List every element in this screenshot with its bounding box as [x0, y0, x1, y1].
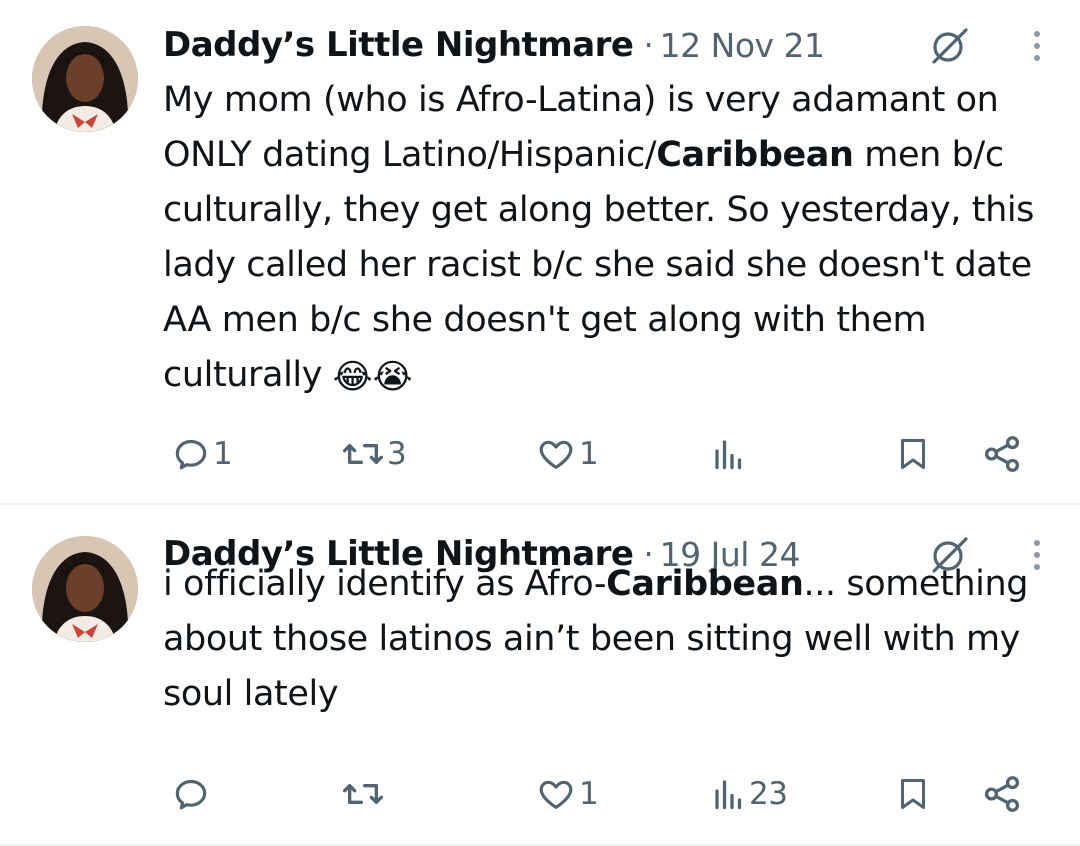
share-icon: [981, 433, 1023, 475]
retweet-count: 3: [387, 436, 407, 472]
view-count: 23: [749, 776, 788, 812]
retweet-button[interactable]: 3: [341, 431, 407, 477]
views-button[interactable]: 23: [711, 771, 788, 817]
reply-icon: [171, 774, 211, 814]
bookmark-button[interactable]: [895, 431, 931, 477]
bookmark-button[interactable]: [895, 771, 931, 817]
tweet-text: i officially identify as Afro-Caribbean.…: [163, 557, 1044, 722]
more-vertical-icon[interactable]: [1030, 28, 1044, 68]
bookmark-icon: [895, 433, 931, 475]
tweet-actions: 1 23: [163, 771, 1058, 817]
hashtag-like-bold: Caribbean: [606, 564, 804, 604]
like-button[interactable]: 1: [535, 431, 599, 477]
reply-button[interactable]: 1: [171, 431, 233, 477]
views-button[interactable]: [711, 431, 749, 477]
reply-button[interactable]: [171, 771, 213, 817]
share-button[interactable]: [981, 771, 1023, 817]
tweet-header: Daddy’s Little Nightmare · 12 Nov 21: [163, 22, 1044, 68]
separator: ·: [643, 26, 654, 64]
avatar[interactable]: [32, 26, 138, 132]
tweet[interactable]: Daddy’s Little Nightmare · 12 Nov 21 My …: [0, 0, 1080, 505]
reply-count: 1: [213, 436, 233, 472]
share-icon: [981, 773, 1023, 815]
tweet-date[interactable]: 12 Nov 21: [660, 26, 825, 65]
tweet-text-part: i officially identify as Afro-: [163, 564, 607, 604]
author-name[interactable]: Daddy’s Little Nightmare: [163, 25, 634, 65]
share-button[interactable]: [981, 431, 1023, 477]
laughing-emoji: 😂: [332, 357, 373, 397]
retweet-icon: [341, 774, 385, 814]
heart-icon: [535, 434, 577, 474]
views-chart-icon: [711, 434, 747, 474]
heart-icon: [535, 774, 577, 814]
reply-icon: [171, 434, 211, 474]
like-count: 1: [579, 776, 599, 812]
tweet-actions: 1 3 1: [163, 431, 1058, 477]
crying-emoji: 😭: [372, 357, 413, 397]
tweet-text: My mom (who is Afro-Latina) is very adam…: [163, 73, 1044, 405]
like-button[interactable]: 1: [535, 771, 599, 817]
grok-icon[interactable]: [928, 26, 970, 70]
tweet[interactable]: Daddy’s Little Nightmare · 19 Jul 24 i o…: [0, 505, 1080, 846]
avatar[interactable]: [32, 536, 138, 642]
like-count: 1: [579, 436, 599, 472]
bookmark-icon: [895, 773, 931, 815]
views-chart-icon: [711, 774, 747, 814]
retweet-icon: [341, 434, 385, 474]
retweet-button[interactable]: [341, 771, 387, 817]
hashtag-like-bold: Caribbean: [656, 135, 854, 175]
